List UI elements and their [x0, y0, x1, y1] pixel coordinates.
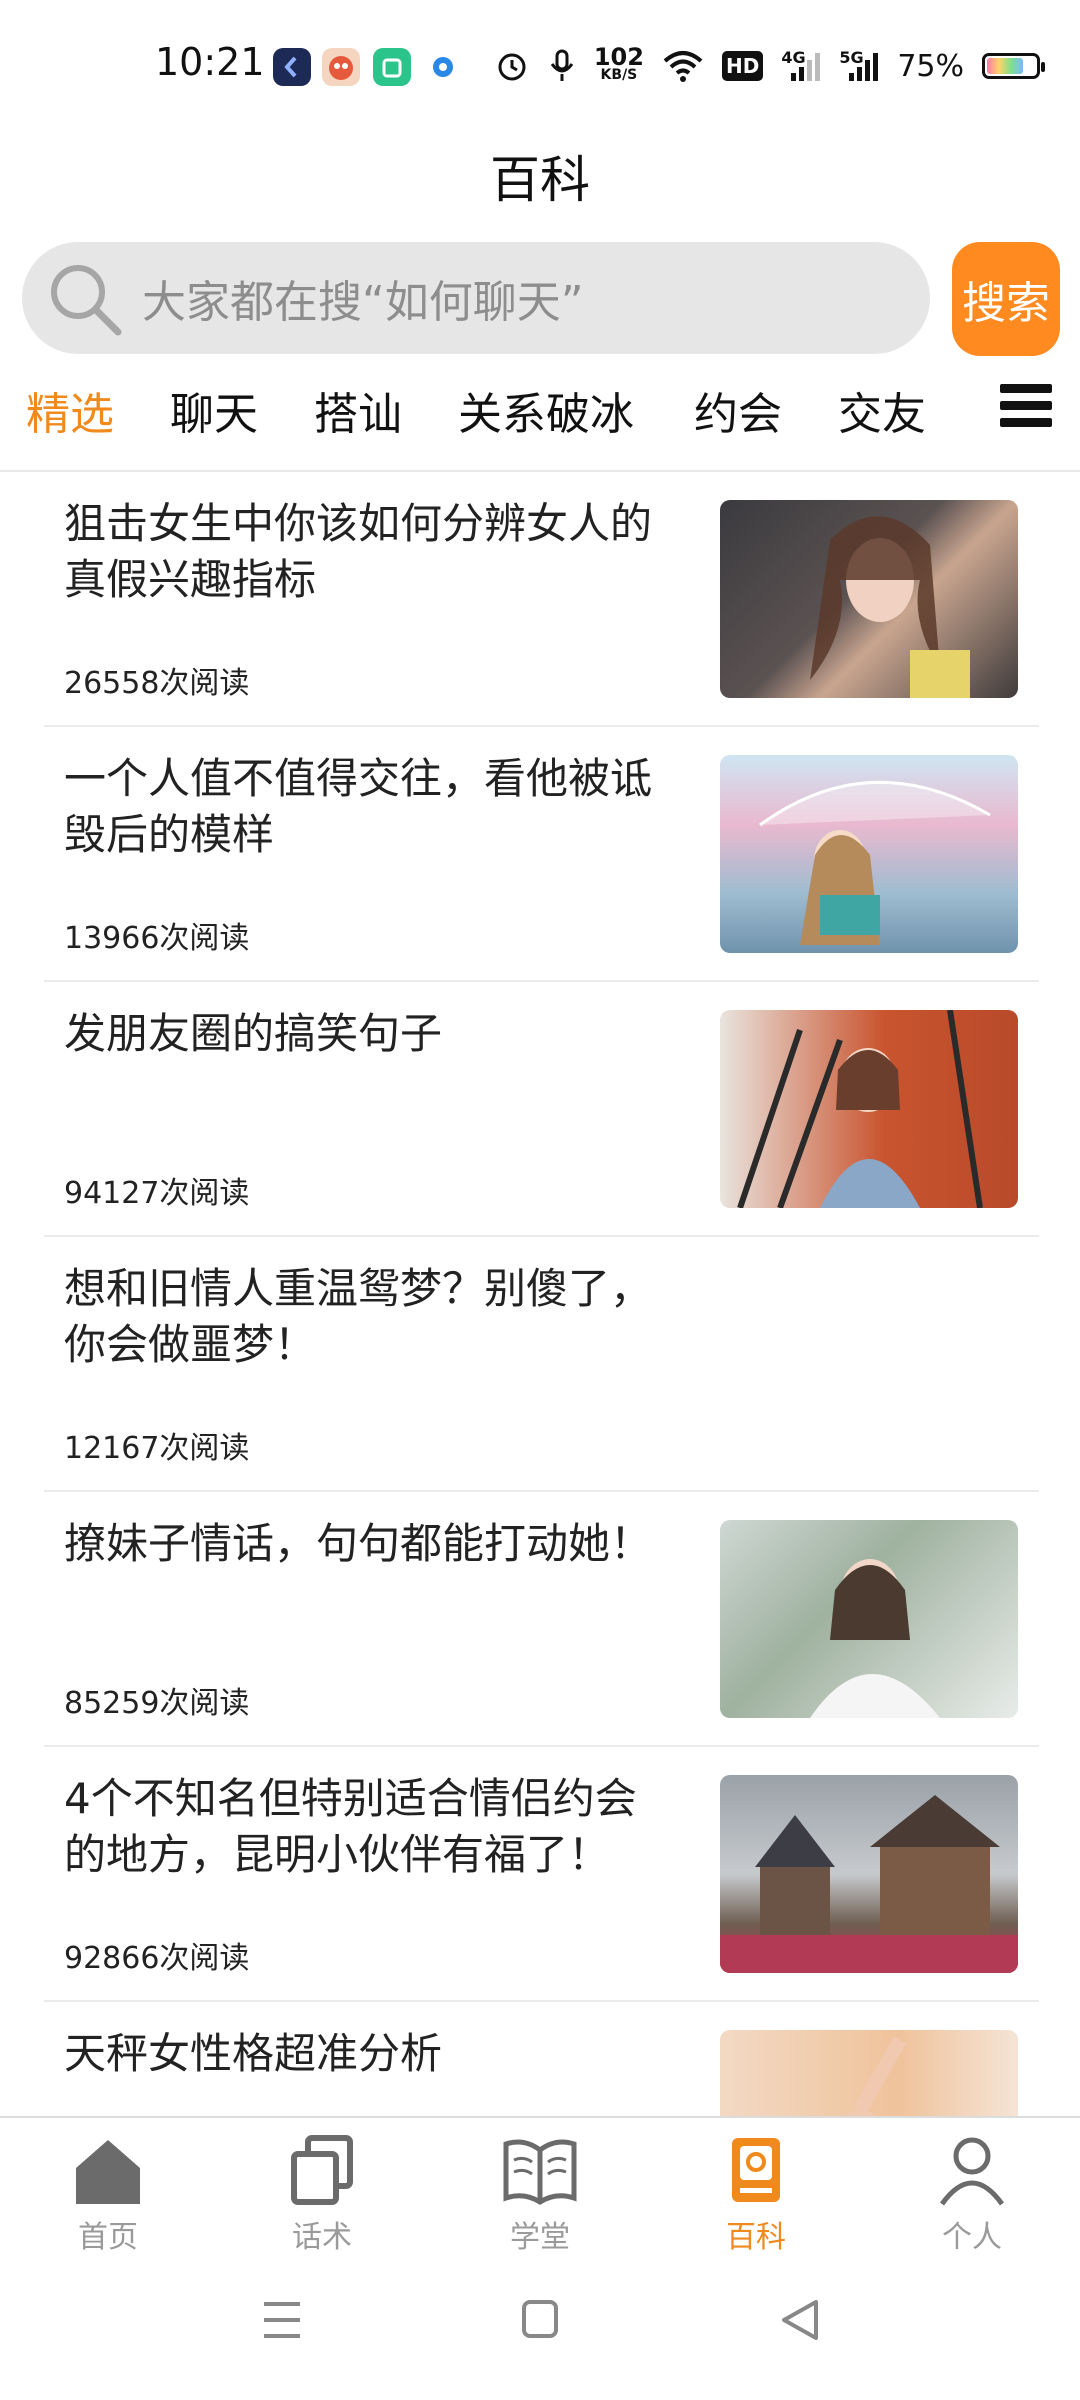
article-title: 天秤女性格超准分析	[64, 2029, 443, 2078]
category-tabs: 精选 聊天 搭讪 关系破冰 约会 交友	[0, 378, 1080, 448]
recent-apps-icon[interactable]	[252, 2290, 312, 2350]
search-icon	[44, 258, 124, 338]
nav-label: 学堂	[510, 2220, 570, 2255]
article-title: 想和旧情人重温鸳梦？别傻了，你会做噩梦！	[64, 1264, 653, 1369]
article-reads: 94127次阅读	[64, 1176, 250, 1211]
list-item[interactable]: 狙击女生中你该如何分辨女人的真假兴趣指标 26558次阅读	[0, 472, 1080, 727]
signal-5g-icon: 5G	[839, 46, 879, 86]
list-item[interactable]: 想和旧情人重温鸳梦？别傻了，你会做噩梦！ 12167次阅读	[0, 1237, 1080, 1492]
article-reads: 12167次阅读	[64, 1431, 250, 1466]
book-icon	[502, 2132, 578, 2208]
article-title: 一个人值不值得交往，看他被诋毁后的模样	[64, 754, 653, 859]
system-nav-bar	[0, 2290, 1080, 2380]
hd-icon: HD	[721, 51, 764, 81]
home-icon	[70, 2132, 146, 2208]
alarm-icon	[494, 46, 530, 86]
back-icon[interactable]	[770, 2290, 830, 2350]
list-item[interactable]: 4个不知名但特别适合情侣约会的地方，昆明小伙伴有福了！ 92866次阅读	[0, 1747, 1080, 2002]
nav-label: 首页	[78, 2220, 138, 2255]
nav-school[interactable]: 学堂	[470, 2132, 610, 2256]
tab-dating[interactable]: 约会	[694, 378, 782, 442]
nav-home[interactable]: 首页	[38, 2132, 178, 2256]
article-reads: 26558次阅读	[64, 666, 250, 701]
tab-chat[interactable]: 聊天	[170, 378, 258, 442]
mic-icon	[548, 46, 576, 86]
article-title: 发朋友圈的搞笑句子	[64, 1009, 443, 1058]
battery-percent: 75%	[897, 48, 964, 84]
article-reads: 13966次阅读	[64, 921, 250, 956]
tab-pickup[interactable]: 搭讪	[314, 378, 402, 442]
search-button[interactable]: 搜索	[952, 242, 1060, 356]
tab-icebreak[interactable]: 关系破冰	[458, 378, 634, 442]
article-thumbnail	[720, 1775, 1018, 1973]
article-list[interactable]: 狙击女生中你该如何分辨女人的真假兴趣指标 26558次阅读 一个人值不值得交往，…	[0, 472, 1080, 2117]
signal-4g-label: 4G	[781, 48, 806, 67]
list-item[interactable]: 天秤女性格超准分析	[0, 2002, 1080, 2117]
net-speed-value: 102	[593, 43, 644, 71]
nav-label: 百科	[726, 2220, 786, 2255]
page-title: 百科	[490, 151, 590, 209]
article-thumbnail	[720, 2030, 1018, 2117]
tab-friends[interactable]: 交友	[838, 378, 926, 442]
bottom-nav: 首页 话术 学堂 百科 个人	[0, 2116, 1080, 2272]
search-placeholder: 大家都在搜“如何聊天”	[142, 277, 584, 328]
net-speed: 102 KB/S	[593, 43, 644, 86]
nav-label: 个人	[942, 2220, 1002, 2255]
article-thumbnail	[720, 755, 1018, 953]
article-title: 狙击女生中你该如何分辨女人的真假兴趣指标	[64, 499, 653, 604]
battery-icon	[982, 46, 1045, 86]
status-bar: 10:21 102 KB/S HD 4G 5G 75%	[0, 0, 1080, 130]
tab-menu-icon[interactable]	[1000, 384, 1052, 436]
app-icon-green	[373, 48, 411, 86]
encyclopedia-icon	[718, 2132, 794, 2208]
article-reads: 92866次阅读	[64, 1941, 250, 1976]
list-item[interactable]: 发朋友圈的搞笑句子 94127次阅读	[0, 982, 1080, 1237]
list-item[interactable]: 撩妹子情话，句句都能打动她！ 85259次阅读	[0, 1492, 1080, 1747]
wifi-icon	[662, 46, 704, 86]
copy-cards-icon	[284, 2132, 360, 2208]
article-thumbnail	[720, 1520, 1018, 1718]
list-item[interactable]: 一个人值不值得交往，看他被诋毁后的模样 13966次阅读	[0, 727, 1080, 982]
signal-4g-icon: 4G	[781, 46, 821, 86]
signal-5g-label: 5G	[839, 48, 864, 67]
nav-label: 话术	[292, 2220, 352, 2255]
app-icon-dot	[428, 52, 458, 82]
article-thumbnail	[720, 500, 1018, 698]
status-time: 10:21	[155, 40, 265, 84]
tab-featured[interactable]: 精选	[26, 378, 114, 442]
nav-scripts[interactable]: 话术	[252, 2132, 392, 2256]
app-icon-blue	[273, 48, 311, 86]
article-thumbnail	[720, 1010, 1018, 1208]
status-indicators: 102 KB/S HD 4G 5G 75%	[494, 43, 1045, 88]
net-speed-unit: KB/S	[600, 67, 638, 83]
person-icon	[934, 2132, 1010, 2208]
article-reads: 85259次阅读	[64, 1686, 250, 1721]
app-icon-mascot	[322, 48, 360, 86]
article-title: 撩妹子情话，句句都能打动她！	[64, 1519, 653, 1568]
search-input[interactable]: 大家都在搜“如何聊天”	[22, 242, 930, 354]
nav-profile[interactable]: 个人	[902, 2132, 1042, 2256]
home-button-icon[interactable]	[510, 2290, 570, 2350]
nav-encyclopedia[interactable]: 百科	[686, 2132, 826, 2256]
article-title: 4个不知名但特别适合情侣约会的地方，昆明小伙伴有福了！	[64, 1774, 637, 1879]
